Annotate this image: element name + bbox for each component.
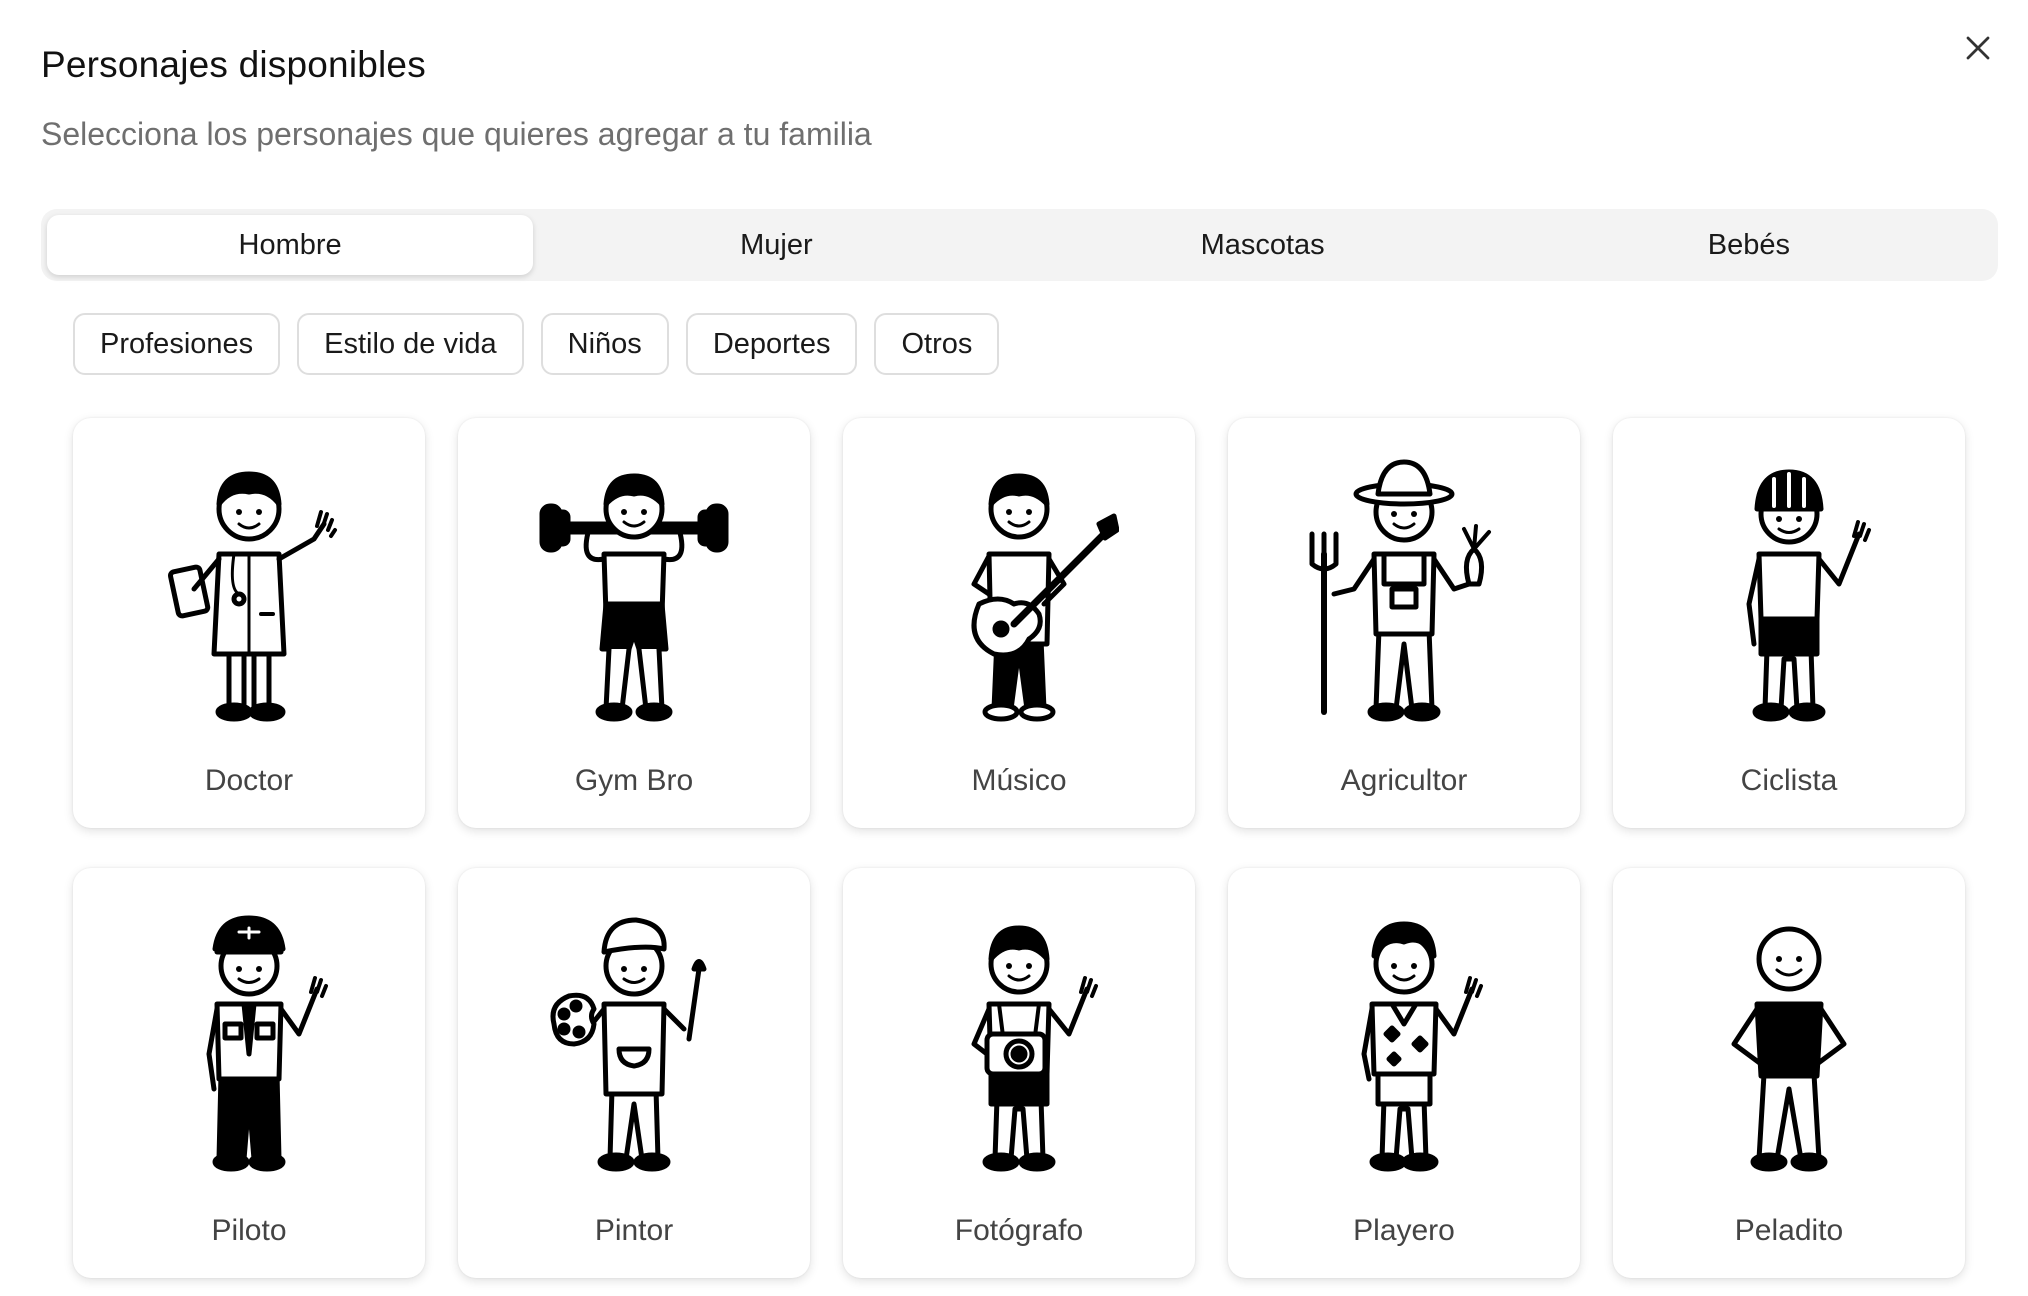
doctor-figure-icon	[167, 471, 337, 722]
character-card-musico[interactable]: Músico	[843, 418, 1195, 828]
characters-dialog: Personajes disponibles Selecciona los pe…	[0, 0, 2028, 1296]
character-name: Ciclista	[1740, 764, 1838, 797]
character-card-agricultor[interactable]: Agricultor	[1228, 418, 1580, 828]
tab-mascotas[interactable]: Mascotas	[1020, 215, 1506, 275]
pilot-figure-icon	[206, 915, 328, 1172]
character-card-doctor[interactable]: Doctor	[73, 418, 425, 828]
character-name: Fotógrafo	[954, 1214, 1084, 1247]
dialog-title: Personajes disponibles	[41, 44, 426, 85]
close-icon	[1966, 36, 1990, 60]
gender-tabs: Hombre Mujer Mascotas Bebés	[41, 209, 1998, 281]
tab-mujer[interactable]: Mujer	[533, 215, 1019, 275]
character-card-piloto[interactable]: Piloto	[73, 868, 425, 1278]
character-card-ciclista[interactable]: Ciclista	[1613, 418, 1965, 828]
character-card-gym-bro[interactable]: Gym Bro	[458, 418, 810, 828]
character-card-fotografo[interactable]: Fotógrafo	[843, 868, 1195, 1278]
filter-ninos[interactable]: Niños	[540, 313, 669, 375]
musician-figure-icon	[971, 473, 1119, 722]
character-name: Músico	[971, 764, 1067, 797]
photographer-figure-icon	[971, 925, 1098, 1172]
character-card-peladito[interactable]: Peladito	[1613, 868, 1965, 1278]
character-card-pintor[interactable]: Pintor	[458, 868, 810, 1278]
filter-otros[interactable]: Otros	[874, 313, 1000, 375]
farmer-figure-icon	[1309, 459, 1491, 722]
filter-estilo-de-vida[interactable]: Estilo de vida	[297, 313, 524, 375]
character-name: Pintor	[594, 1214, 674, 1247]
tab-bebes[interactable]: Bebés	[1506, 215, 1992, 275]
painter-figure-icon	[550, 917, 707, 1172]
character-grid: Doctor Gym Bro Músico Agricultor Ciclist…	[73, 418, 1965, 1278]
character-name: Doctor	[204, 764, 294, 797]
tab-hombre[interactable]: Hombre	[47, 215, 534, 275]
beach-figure-icon	[1361, 921, 1483, 1172]
character-name: Peladito	[1734, 1214, 1844, 1247]
category-filters: Profesiones Estilo de vida Niños Deporte…	[73, 313, 1000, 375]
filter-deportes[interactable]: Deportes	[685, 313, 858, 375]
dialog-subtitle: Selecciona los personajes que quieres ag…	[41, 116, 872, 152]
character-name: Gym Bro	[574, 764, 694, 797]
character-name: Piloto	[211, 1214, 287, 1247]
gym-bro-figure-icon	[539, 473, 729, 722]
character-card-playero[interactable]: Playero	[1228, 868, 1580, 1278]
close-button[interactable]	[1958, 28, 1998, 68]
character-name: Agricultor	[1340, 764, 1468, 797]
character-name: Playero	[1353, 1214, 1455, 1247]
bald-figure-icon	[1731, 926, 1847, 1172]
filter-profesiones[interactable]: Profesiones	[73, 313, 281, 375]
cyclist-figure-icon	[1746, 469, 1871, 722]
